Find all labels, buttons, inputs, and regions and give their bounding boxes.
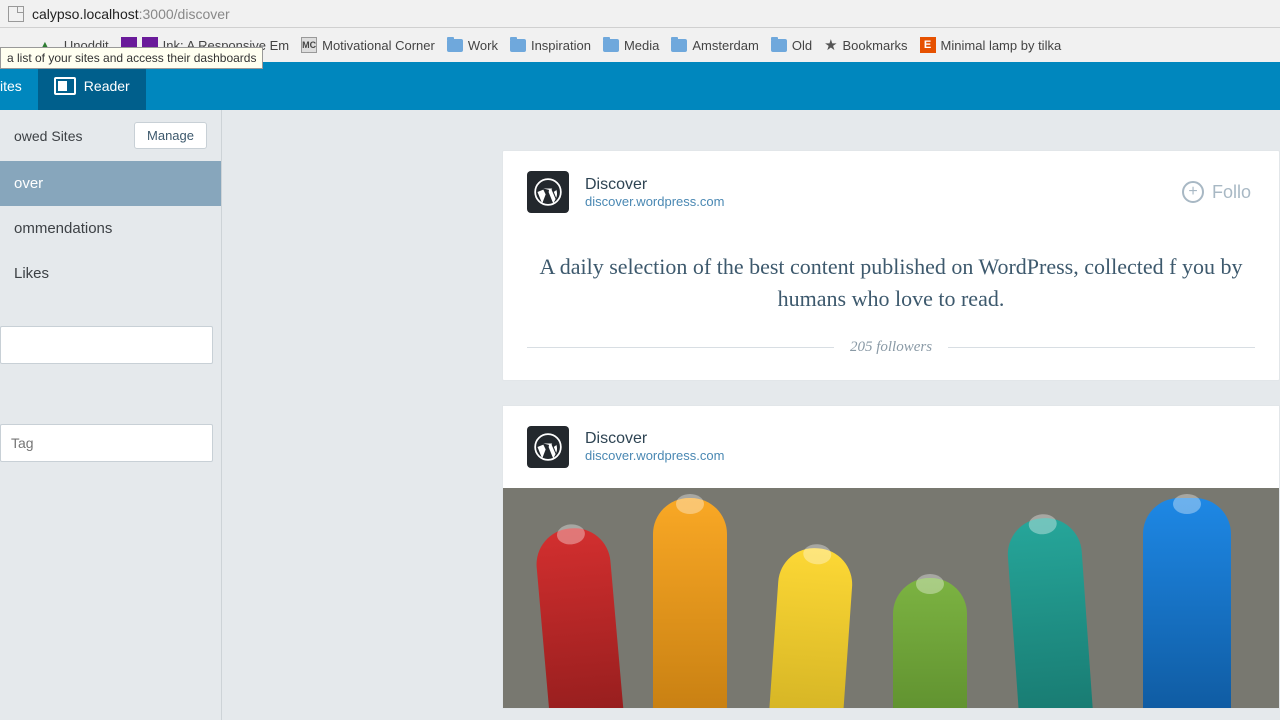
masterbar-label: Reader (84, 78, 130, 94)
sidebar-search-wrap (0, 326, 221, 364)
address-bar[interactable]: calypso.localhost:3000/discover (0, 0, 1280, 28)
folder-icon (603, 39, 619, 52)
crayon-teal (1005, 515, 1094, 707)
bookmark-label: Media (624, 38, 659, 53)
crayon-orange (653, 498, 727, 708)
sidebar-followed-label: owed Sites (14, 128, 82, 144)
main-content: Discover discover.wordpress.com + Follo … (222, 110, 1280, 720)
bookmark-bookmarks[interactable]: ★ Bookmarks (824, 36, 907, 54)
folder-icon (771, 39, 787, 52)
url-text: calypso.localhost:3000/discover (32, 6, 230, 22)
bookmark-minimal-lamp[interactable]: E Minimal lamp by tilka (920, 37, 1062, 53)
bookmark-label: Old (792, 38, 812, 53)
bookmark-label: Motivational Corner (322, 38, 435, 53)
discover-url[interactable]: discover.wordpress.com (585, 194, 724, 209)
post-title-block: Discover discover.wordpress.com (585, 430, 724, 463)
masterbar-label: ites (0, 78, 22, 94)
crayon-green (893, 578, 967, 708)
sidebar-tag-wrap (0, 424, 221, 462)
discover-title: Discover (585, 176, 724, 194)
followers-row: 205 followers (503, 339, 1279, 380)
card-title-block: Discover discover.wordpress.com (585, 176, 724, 209)
bookmark-amsterdam[interactable]: Amsterdam (671, 38, 758, 53)
bookmark-old[interactable]: Old (771, 38, 812, 53)
star-icon: ★ (824, 36, 837, 54)
bookmark-inspiration[interactable]: Inspiration (510, 38, 591, 53)
sidebar-tag-input[interactable] (0, 424, 213, 462)
follow-label: Follo (1212, 182, 1251, 203)
folder-icon (447, 39, 463, 52)
url-path: :3000/discover (139, 6, 230, 22)
bookmark-label: Bookmarks (843, 38, 908, 53)
post-featured-image (503, 488, 1279, 708)
discover-header-card: Discover discover.wordpress.com + Follo … (502, 150, 1280, 381)
crayon-blue (1143, 498, 1231, 708)
bookmarks-bar: a list of your sites and access their da… (0, 28, 1280, 62)
followers-count: 205 followers (834, 339, 948, 356)
manage-button[interactable]: Manage (134, 122, 207, 149)
masterbar: ites Reader (0, 62, 1280, 110)
url-host: calypso.localhost (32, 6, 139, 22)
wordpress-logo-icon (527, 171, 569, 213)
masterbar-my-sites[interactable]: ites (0, 62, 38, 110)
tooltip: a list of your sites and access their da… (0, 47, 263, 69)
folder-icon (671, 39, 687, 52)
wordpress-logo-icon (527, 426, 569, 468)
sidebar-item-discover[interactable]: over (0, 161, 221, 206)
post-card[interactable]: Discover discover.wordpress.com (502, 405, 1280, 709)
reader-icon (54, 77, 76, 95)
sidebar-item-recommendations[interactable]: ommendations (0, 206, 221, 251)
bookmark-label: Work (468, 38, 498, 53)
divider (948, 347, 1255, 348)
post-url[interactable]: discover.wordpress.com (585, 448, 724, 463)
follow-button[interactable]: + Follo (1182, 181, 1255, 203)
bookmark-motivational[interactable]: MC Motivational Corner (301, 37, 435, 53)
discover-description: A daily selection of the best content pu… (503, 233, 1279, 339)
sidebar-item-likes[interactable]: Likes (0, 251, 221, 296)
crayon-yellow (765, 545, 854, 707)
page-icon (8, 6, 24, 22)
mc-icon: MC (301, 37, 317, 53)
bookmark-label: Amsterdam (692, 38, 758, 53)
divider (527, 347, 834, 348)
sidebar-search-input[interactable] (0, 326, 213, 364)
folder-icon (510, 39, 526, 52)
bookmark-label: Minimal lamp by tilka (941, 38, 1062, 53)
layout: owed Sites Manage over ommendations Like… (0, 110, 1280, 720)
etsy-icon: E (920, 37, 936, 53)
bookmark-media[interactable]: Media (603, 38, 659, 53)
post-title: Discover (585, 430, 724, 448)
sidebar: owed Sites Manage over ommendations Like… (0, 110, 222, 720)
bookmark-label: Inspiration (531, 38, 591, 53)
sidebar-followed-header: owed Sites Manage (0, 110, 221, 161)
card-header: Discover discover.wordpress.com + Follo (503, 151, 1279, 233)
plus-circle-icon: + (1182, 181, 1204, 203)
post-header: Discover discover.wordpress.com (503, 406, 1279, 488)
masterbar-reader[interactable]: Reader (38, 62, 146, 110)
crayon-red (534, 525, 627, 708)
bookmark-work[interactable]: Work (447, 38, 498, 53)
